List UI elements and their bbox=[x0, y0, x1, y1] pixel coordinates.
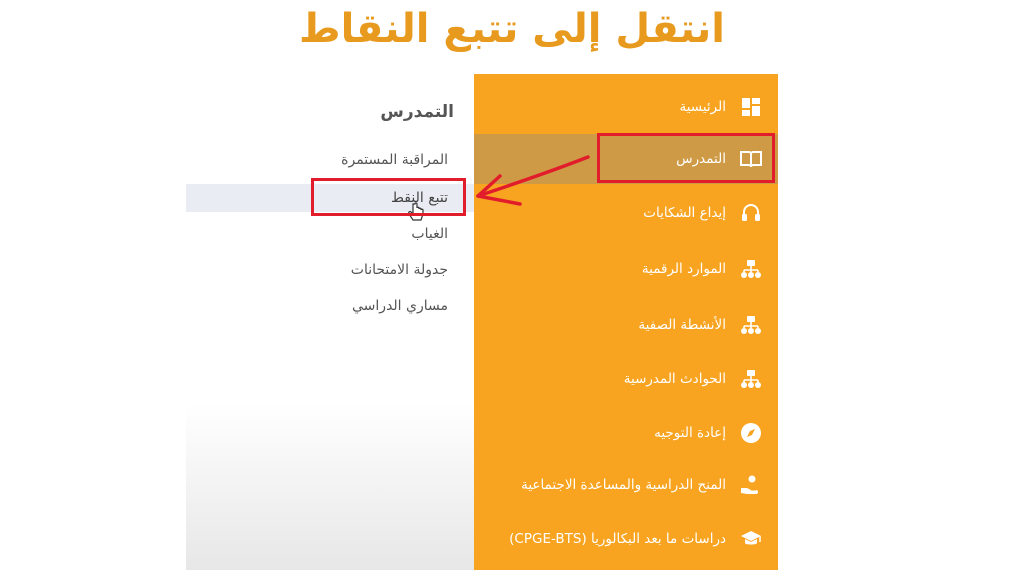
sidebar-item-label: إعادة التوجيه bbox=[654, 425, 726, 441]
sidebar-item-class-activities[interactable]: الأنشطة الصفية bbox=[474, 300, 778, 350]
dashboard-icon bbox=[740, 96, 762, 118]
hand-coin-icon bbox=[740, 474, 762, 496]
highlight-box-grades-tracking bbox=[311, 178, 466, 216]
network-icon bbox=[740, 258, 762, 280]
submenu-item-absence[interactable]: الغياب bbox=[186, 220, 448, 248]
graduation-cap-icon bbox=[740, 528, 762, 550]
submenu-item-exam-schedule[interactable]: جدولة الامتحانات bbox=[186, 256, 448, 284]
sidebar-item-label: الحوادث المدرسية bbox=[623, 371, 726, 387]
submenu-title: التمدرس bbox=[380, 102, 454, 122]
submenu-item-continuous-assessment[interactable]: المراقبة المستمرة bbox=[186, 146, 448, 174]
network-icon bbox=[740, 314, 762, 336]
sidebar-item-label: الأنشطة الصفية bbox=[638, 317, 726, 333]
sidebar-item-label: الموارد الرقمية bbox=[641, 261, 726, 277]
sidebar-item-post-baccalaureate[interactable]: دراسات ما بعد البكالوريا (CPGE-BTS) bbox=[474, 514, 778, 564]
sidebar-item-label: دراسات ما بعد البكالوريا (CPGE-BTS) bbox=[509, 531, 726, 547]
sidebar-item-school-incidents[interactable]: الحوادث المدرسية bbox=[474, 354, 778, 404]
network-icon bbox=[740, 368, 762, 390]
sidebar-item-complaints[interactable]: إيداع الشكايات bbox=[474, 188, 778, 238]
headset-icon bbox=[740, 202, 762, 224]
sidebar-item-label: إيداع الشكايات bbox=[643, 205, 726, 221]
submenu-item-study-path[interactable]: مساري الدراسي bbox=[186, 292, 448, 320]
sidebar-item-label: المنح الدراسية والمساعدة الاجتماعية bbox=[521, 477, 726, 493]
highlight-box-schooling bbox=[597, 133, 775, 183]
sidebar-item-digital-resources[interactable]: الموارد الرقمية bbox=[474, 244, 778, 294]
sidebar-item-home[interactable]: الرئيسية bbox=[474, 82, 778, 132]
sidebar-item-label: الرئيسية bbox=[679, 99, 727, 115]
compass-icon bbox=[740, 422, 762, 444]
sidebar-item-scholarships[interactable]: المنح الدراسية والمساعدة الاجتماعية bbox=[474, 460, 778, 510]
submenu-panel: التمدرس المراقبة المستمرة تتبع النقط الغ… bbox=[186, 74, 476, 570]
headline: انتقل إلى تتبع النقاط bbox=[299, 6, 725, 52]
sidebar-item-reorientation[interactable]: إعادة التوجيه bbox=[474, 408, 778, 458]
